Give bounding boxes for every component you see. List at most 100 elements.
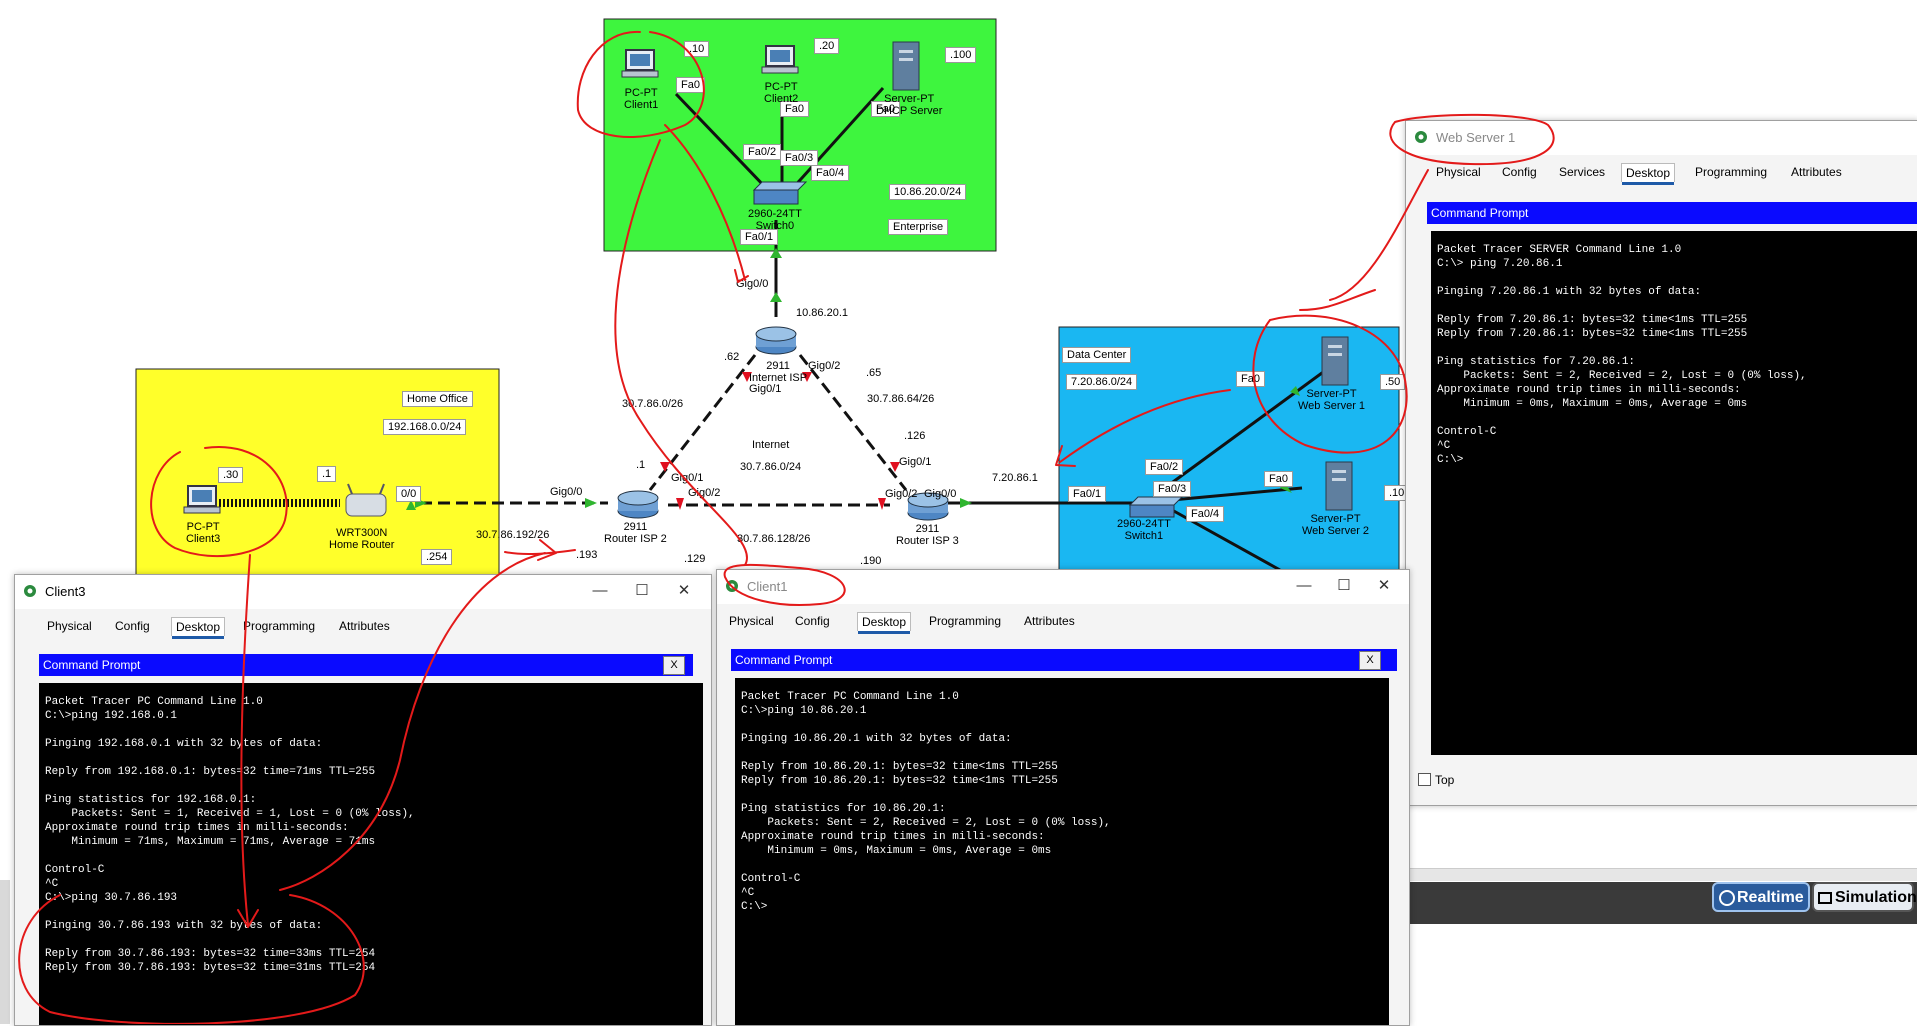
internet-isp-router-icon[interactable] — [755, 326, 797, 355]
client1-host-label: .10 — [684, 41, 710, 57]
tab-attributes[interactable]: Attributes — [1020, 612, 1079, 630]
switch1-port-fa02: Fa0/2 — [1145, 459, 1184, 475]
home-office-network-label: 192.168.0.0/24 — [383, 419, 467, 435]
top-checkbox-label: Top — [1435, 773, 1455, 787]
tab-config[interactable]: Config — [111, 617, 154, 635]
tab-desktop[interactable]: Desktop — [857, 612, 912, 634]
home-router-device-label[interactable]: WRT300N Home Router — [329, 527, 394, 551]
tab-desktop[interactable]: Desktop — [171, 617, 226, 639]
tab-desktop[interactable]: Desktop — [1621, 163, 1676, 185]
client1-pc-icon[interactable] — [621, 49, 659, 78]
client2-host-label: .20 — [814, 38, 840, 54]
router-isp3-model: 2911 — [915, 523, 940, 535]
client3-terminal[interactable]: Packet Tracer PC Command Line 1.0 C:\>pi… — [39, 683, 703, 1025]
enterprise-zone-label: Enterprise — [888, 219, 949, 235]
web-server1-port: Fa0 — [1236, 371, 1265, 387]
client2-pc-icon[interactable] — [761, 45, 799, 74]
home-router-wan-host: .254 — [421, 549, 453, 565]
close-button[interactable]: ✕ — [1369, 574, 1399, 598]
tab-programming[interactable]: Programming — [925, 612, 1005, 630]
home-router-port: 0/0 — [396, 486, 422, 502]
tab-programming[interactable]: Programming — [239, 617, 319, 635]
top-checkbox-row[interactable]: Top — [1418, 773, 1454, 787]
router-isp2-left-subnet: 30.7.86.192/26 — [476, 529, 550, 541]
realtime-mode-button[interactable]: Realtime — [1712, 882, 1810, 912]
simulation-mode-button[interactable]: Simulation — [1812, 882, 1917, 912]
packet-tracer-app-icon — [24, 585, 36, 597]
router-isp2-port-gig01: Gig0/1 — [671, 472, 704, 484]
web-server2-icon[interactable] — [1325, 461, 1353, 511]
web-server1-model: Server-PT — [1306, 388, 1357, 400]
top-checkbox[interactable] — [1418, 773, 1431, 786]
client2-device-label[interactable]: PC-PT Client2 — [764, 81, 798, 105]
maximize-button[interactable]: ☐ — [627, 579, 657, 603]
web-server2-port: Fa0 — [1264, 471, 1293, 487]
dhcp-server-model: Server-PT — [884, 93, 935, 105]
tab-services[interactable]: Services — [1555, 163, 1609, 181]
tab-config[interactable]: Config — [791, 612, 834, 630]
switch1-device-label[interactable]: 2960-24TT Switch1 — [1117, 518, 1171, 542]
packet-tracer-app-icon — [726, 580, 738, 592]
web-server2-device-label[interactable]: Server-PT Web Server 2 — [1302, 513, 1369, 537]
router-isp2-device-label[interactable]: 2911 Router ISP 2 — [604, 521, 667, 545]
dhcp-server-icon[interactable] — [892, 41, 920, 91]
client1-window[interactable]: Client1 — ☐ ✕ Physical Config Desktop Pr… — [716, 569, 1410, 1026]
tab-physical[interactable]: Physical — [43, 617, 96, 635]
web-server2-name: Web Server 2 — [1302, 525, 1370, 537]
home-router-model: WRT300N — [336, 527, 388, 539]
internet-isp-device-label[interactable]: 2911 Internet ISP — [749, 360, 807, 384]
tab-config[interactable]: Config — [1498, 163, 1541, 181]
close-button[interactable]: ✕ — [669, 579, 699, 603]
tab-attributes[interactable]: Attributes — [335, 617, 394, 635]
router-isp2-right-host: .129 — [684, 553, 706, 565]
client3-device-label[interactable]: PC-PT Client3 — [186, 521, 220, 545]
router-isp3-up-host: .126 — [904, 430, 926, 442]
internet-isp-port-gig02: Gig0/2 — [808, 360, 841, 372]
internet-isp-model: 2911 — [766, 360, 790, 372]
client1-port-label: Fa0 — [676, 77, 705, 93]
router-isp3-port-gig01: Gig0/1 — [899, 456, 932, 468]
left-panel-edge — [0, 880, 10, 1024]
router-isp3-device-label[interactable]: 2911 Router ISP 3 — [896, 523, 959, 547]
switch1-model: 2960-24TT — [1117, 518, 1171, 530]
web-server1-window[interactable]: Web Server 1 Physical Config Services De… — [1405, 120, 1917, 806]
dhcp-server-device-label[interactable]: Server-PT DHCP Server — [876, 93, 942, 117]
internet-isp-right-host: .65 — [866, 367, 882, 379]
web-server1-terminal[interactable]: Packet Tracer SERVER Command Line 1.0 C:… — [1431, 231, 1917, 755]
minimize-button[interactable]: — — [585, 579, 615, 603]
client3-pc-icon[interactable] — [183, 485, 221, 514]
tab-physical[interactable]: Physical — [725, 612, 778, 630]
client1-terminal[interactable]: Packet Tracer PC Command Line 1.0 C:\>pi… — [735, 678, 1389, 1025]
router-isp3-address: 7.20.86.1 — [992, 472, 1038, 484]
client1-command-prompt-close[interactable]: X — [1359, 651, 1381, 670]
web-server1-device-label[interactable]: Server-PT Web Server 1 — [1298, 388, 1365, 412]
web-server1-icon[interactable] — [1321, 336, 1349, 386]
internet-isp-port-gig01: Gig0/1 — [749, 383, 782, 395]
client3-window[interactable]: Client3 — ☐ ✕ Physical Config Desktop Pr… — [14, 574, 712, 1026]
router-isp2-icon[interactable] — [617, 490, 659, 519]
switch0-icon[interactable] — [752, 181, 808, 205]
tab-programming[interactable]: Programming — [1691, 163, 1771, 181]
router-isp2-port-gig00: Gig0/0 — [550, 486, 583, 498]
router-isp2-name: Router ISP 2 — [604, 533, 667, 545]
realtime-clock-icon — [1719, 890, 1735, 906]
internet-isp-port-gig00: Gig0/0 — [736, 278, 769, 290]
minimize-button[interactable]: — — [1289, 574, 1319, 598]
router-isp3-mid-subnet: 30.7.86.128/26 — [737, 533, 811, 545]
tab-attributes[interactable]: Attributes — [1787, 163, 1846, 181]
router-isp2-model: 2911 — [623, 521, 648, 533]
switch1-icon[interactable] — [1128, 496, 1184, 518]
client3-window-title: Client3 — [45, 584, 86, 599]
web-server1-titlebar[interactable]: Web Server 1 — [1406, 121, 1917, 155]
home-router-lan-host: .1 — [317, 466, 337, 482]
maximize-button[interactable]: ☐ — [1329, 574, 1359, 598]
client3-host-label: .30 — [218, 467, 244, 483]
home-router-name: Home Router — [329, 539, 395, 551]
client1-device-label[interactable]: PC-PT Client1 — [624, 87, 658, 111]
client3-command-prompt-close[interactable]: X — [663, 656, 685, 675]
client3-titlebar[interactable]: Client3 — ☐ ✕ — [15, 575, 711, 609]
tab-physical[interactable]: Physical — [1432, 163, 1485, 181]
client1-titlebar[interactable]: Client1 — ☐ ✕ — [717, 570, 1409, 604]
canvas-horizontal-scrollbar[interactable] — [1405, 868, 1917, 881]
switch1-name: Switch1 — [1124, 530, 1164, 542]
